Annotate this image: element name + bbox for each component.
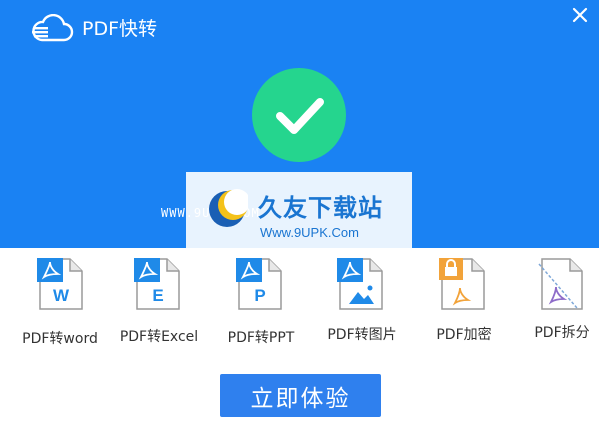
checkmark-icon [276, 98, 324, 134]
watermark-overlay: WWW.9UPK.COM 久友下载站 Www.9UPK.Com [161, 172, 412, 248]
tool-pdf-split[interactable]: PDF拆分 [507, 256, 599, 356]
tool-label: PDF转Excel [119, 329, 199, 345]
tool-label: PDF拆分 [534, 325, 590, 341]
tool-pdf-encrypt[interactable]: PDF加密 [409, 256, 519, 356]
tool-label: PDF加密 [436, 327, 492, 343]
tool-list: W PDF转word E PDF转Excel P PDF转PPT PDF转图片 … [0, 248, 599, 358]
tool-pdf-to-excel[interactable]: E PDF转Excel [104, 256, 214, 356]
pdf-split-icon [538, 258, 583, 310]
svg-text:W: W [53, 286, 70, 305]
tool-label: PDF转word [22, 331, 98, 347]
success-indicator [252, 68, 346, 162]
pdf-encrypt-icon [439, 258, 485, 310]
cloud-logo-icon [32, 14, 74, 42]
watermark-url: Www.9UPK.Com [260, 225, 359, 240]
pdf-to-excel-icon: E [134, 258, 180, 310]
close-button[interactable] [569, 4, 591, 26]
watermark-moon-logo-icon [209, 189, 248, 227]
tool-label: PDF转PPT [227, 330, 295, 346]
tool-pdf-to-word[interactable]: W PDF转word [5, 256, 115, 356]
tool-label: PDF转图片 [327, 327, 397, 343]
try-now-button[interactable]: 立即体验 [220, 374, 381, 417]
app-title: PDF快转 [82, 18, 158, 40]
pdf-to-image-icon [337, 258, 383, 310]
tool-pdf-to-ppt[interactable]: P PDF转PPT [206, 256, 316, 356]
pdf-to-word-icon: W [37, 258, 83, 310]
svg-text:E: E [152, 286, 163, 305]
pdf-to-ppt-icon: P [236, 258, 282, 310]
watermark-title: 久友下载站 [258, 194, 383, 222]
tool-pdf-to-image[interactable]: PDF转图片 [307, 256, 417, 356]
svg-text:P: P [254, 286, 265, 305]
close-icon [572, 7, 588, 23]
